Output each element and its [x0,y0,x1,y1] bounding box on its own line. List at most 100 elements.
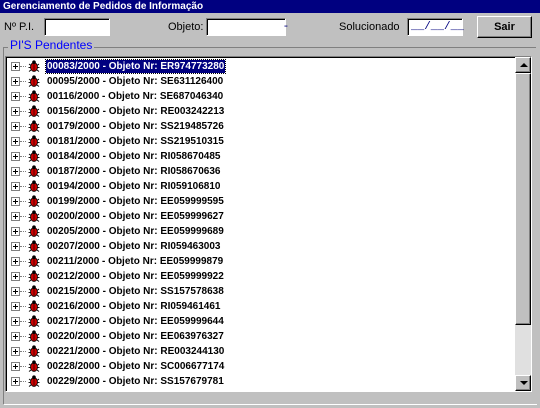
tree-item-label: 00184/2000 - Objeto Nr: RI058670485 [47,151,221,162]
bug-icon [28,150,40,162]
tree-item-label: 00187/2000 - Objeto Nr: RI058670636 [47,166,221,177]
window-title: Gerenciamento de Pedidos de Informação [0,0,540,13]
bug-icon [28,375,40,387]
tree-item[interactable]: 00221/2000 - Objeto Nr: RE003244130 [6,344,516,359]
plus-box-icon[interactable] [11,137,20,146]
tree-item-label: 00095/2000 - Objeto Nr: SE631126400 [47,76,224,87]
tree-item[interactable]: 00095/2000 - Objeto Nr: SE631126400 [6,74,516,89]
plus-box-icon[interactable] [11,182,20,191]
bug-icon [28,270,40,282]
bug-icon [28,60,40,72]
tree-vertical-scrollbar[interactable] [515,57,531,391]
bug-icon [28,225,40,237]
tree-item[interactable]: 00211/2000 - Objeto Nr: EE059999879 [6,254,516,269]
sair-button[interactable]: Sair [477,16,532,38]
tree-item[interactable]: 00228/2000 - Objeto Nr: SC006677174 [6,359,516,374]
bug-icon [28,315,40,327]
objeto-input[interactable]: - [206,18,289,36]
tree-item-label: 00116/2000 - Objeto Nr: SE687046340 [47,91,224,102]
tree-item-label: 00207/2000 - Objeto Nr: RI059463003 [47,241,221,252]
tree-item-label: 00083/2000 - Objeto Nr: ER974773280 [44,59,227,74]
tree-item[interactable]: 00217/2000 - Objeto Nr: EE059999644 [6,314,516,329]
filter-toolbar: Nº P.I. Objeto: - Solucionado __/__/__ S… [0,13,540,41]
objeto-label: Objeto: [168,21,204,33]
bug-icon [28,195,40,207]
plus-box-icon[interactable] [11,272,20,281]
plus-box-icon[interactable] [11,317,20,326]
bug-icon [28,75,40,87]
bug-icon [28,300,40,312]
plus-box-icon[interactable] [11,227,20,236]
plus-box-icon[interactable] [11,332,20,341]
plus-box-icon[interactable] [11,62,20,71]
tree-item[interactable]: 00220/2000 - Objeto Nr: EE063976327 [6,329,516,344]
bug-icon [28,105,40,117]
tree-item[interactable]: 00229/2000 - Objeto Nr: SS157679781 [6,374,516,389]
plus-box-icon[interactable] [11,287,20,296]
plus-box-icon[interactable] [11,152,20,161]
plus-box-icon[interactable] [11,167,20,176]
scroll-thumb[interactable] [515,73,531,325]
tree-item-label: 00211/2000 - Objeto Nr: EE059999879 [47,256,224,267]
tree-item-label: 00221/2000 - Objeto Nr: RE003244130 [47,346,225,357]
tree-item-label: 00199/2000 - Objeto Nr: EE059999595 [47,196,224,207]
tree-item[interactable]: 00215/2000 - Objeto Nr: SS157578638 [6,284,516,299]
plus-box-icon[interactable] [11,377,20,386]
plus-box-icon[interactable] [11,212,20,221]
scroll-up-button[interactable] [515,57,531,73]
tree-item-label: 00179/2000 - Objeto Nr: SS219485726 [47,121,224,132]
arrow-down-icon [520,381,528,385]
tree-item[interactable]: 00179/2000 - Objeto Nr: SS219485726 [6,119,516,134]
bug-icon [28,360,40,372]
tree-item-label: 00229/2000 - Objeto Nr: SS157679781 [47,376,224,387]
tree-item[interactable]: 00116/2000 - Objeto Nr: SE687046340 [6,89,516,104]
tree-item[interactable]: 00212/2000 - Objeto Nr: EE059999922 [6,269,516,284]
bug-icon [28,330,40,342]
tree-item-label: 00217/2000 - Objeto Nr: EE059999644 [47,316,224,327]
plus-box-icon[interactable] [11,242,20,251]
window-edge [534,48,537,404]
plus-box-icon[interactable] [11,362,20,371]
plus-box-icon[interactable] [11,197,20,206]
tree-item-label: 00156/2000 - Objeto Nr: RE003242213 [47,106,225,117]
plus-box-icon[interactable] [11,107,20,116]
tree-item[interactable]: 00200/2000 - Objeto Nr: EE059999627 [6,209,516,224]
solucionado-input[interactable]: __/__/__ [407,18,464,36]
solucionado-label: Solucionado [339,21,400,33]
plus-box-icon[interactable] [11,77,20,86]
tree-item[interactable]: 00184/2000 - Objeto Nr: RI058670485 [6,149,516,164]
tree-list: 00083/2000 - Objeto Nr: ER974773280 00095… [6,59,516,389]
bug-icon [28,135,40,147]
pending-tree[interactable]: 00083/2000 - Objeto Nr: ER974773280 00095… [5,56,532,392]
tree-item[interactable]: 00207/2000 - Objeto Nr: RI059463003 [6,239,516,254]
bug-icon [28,165,40,177]
plus-box-icon[interactable] [11,302,20,311]
tree-item-label: 00181/2000 - Objeto Nr: SS219510315 [47,136,224,147]
tree-item-label: 00194/2000 - Objeto Nr: RI059106810 [47,181,221,192]
tree-item-label: 00228/2000 - Objeto Nr: SC006677174 [47,361,225,372]
tree-item-label: 00200/2000 - Objeto Nr: EE059999627 [47,211,224,222]
tree-item[interactable]: 00205/2000 - Objeto Nr: EE059999689 [6,224,516,239]
tree-item[interactable]: 00216/2000 - Objeto Nr: RI059461461 [6,299,516,314]
tree-item[interactable]: 00181/2000 - Objeto Nr: SS219510315 [6,134,516,149]
tree-item[interactable]: 00199/2000 - Objeto Nr: EE059999595 [6,194,516,209]
tree-item[interactable]: 00156/2000 - Objeto Nr: RE003242213 [6,104,516,119]
arrow-up-icon [520,63,528,67]
tree-item-label: 00205/2000 - Objeto Nr: EE059999689 [47,226,224,237]
plus-box-icon[interactable] [11,92,20,101]
plus-box-icon[interactable] [11,122,20,131]
pi-input[interactable] [44,18,110,36]
tree-item[interactable]: 00194/2000 - Objeto Nr: RI059106810 [6,179,516,194]
plus-box-icon[interactable] [11,257,20,266]
tree-item[interactable]: 00187/2000 - Objeto Nr: RI058670636 [6,164,516,179]
tree-item-label: 00215/2000 - Objeto Nr: SS157578638 [47,286,224,297]
bug-icon [28,180,40,192]
bug-icon [28,90,40,102]
tree-item-label: 00216/2000 - Objeto Nr: RI059461461 [47,301,221,312]
bug-icon [28,255,40,267]
tree-item[interactable]: 00083/2000 - Objeto Nr: ER974773280 [6,59,516,74]
group-title: PI'S Pendentes [8,38,95,52]
bug-icon [28,120,40,132]
plus-box-icon[interactable] [11,347,20,356]
scroll-down-button[interactable] [515,375,531,391]
